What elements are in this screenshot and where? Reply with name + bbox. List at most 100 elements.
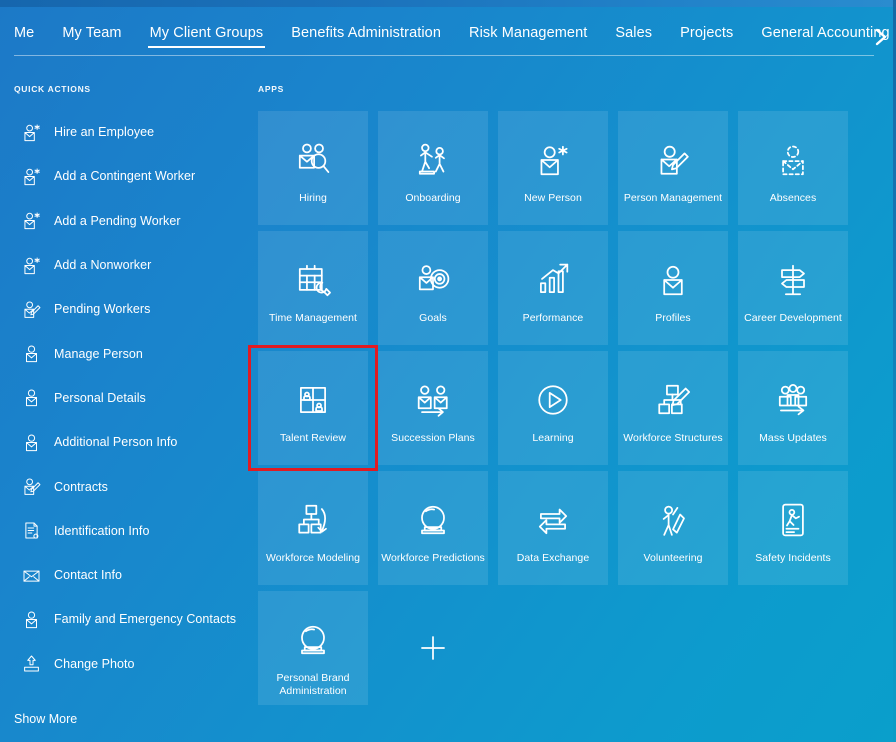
quick-action-contracts[interactable]: Contracts bbox=[0, 464, 250, 508]
person-edit-icon bbox=[18, 296, 44, 322]
quick-action-add-a-contingent-worker[interactable]: Add a Contingent Worker bbox=[0, 154, 250, 198]
app-tile-label: Onboarding bbox=[381, 192, 485, 205]
apps-heading: APPS bbox=[258, 84, 284, 94]
nav-tab-projects[interactable]: Projects bbox=[680, 25, 733, 52]
app-tile-workforce-predictions[interactable]: Workforce Predictions bbox=[378, 471, 488, 585]
person-edit-icon bbox=[18, 474, 44, 500]
quick-action-label: Contracts bbox=[54, 480, 108, 494]
top-accent-strip bbox=[0, 0, 896, 7]
bar-chart-arrow-icon bbox=[530, 257, 576, 303]
app-tile-personal-brand-administration[interactable]: Personal Brand Administration bbox=[258, 591, 368, 705]
app-tile-label: Profiles bbox=[621, 312, 725, 325]
app-tile-label: Safety Incidents bbox=[741, 552, 845, 565]
apps-grid: Hiring Onboarding New Person Person Managem… bbox=[258, 111, 868, 705]
app-tile-goals[interactable]: Goals bbox=[378, 231, 488, 345]
person-add-icon bbox=[530, 137, 576, 183]
nav-tab-general-accounting[interactable]: General Accounting bbox=[761, 25, 889, 52]
quick-action-change-photo[interactable]: Change Photo bbox=[0, 642, 250, 686]
quick-action-hire-an-employee[interactable]: Hire an Employee bbox=[0, 110, 250, 154]
apps-panel: APPS Hiring Onboarding New Person Person Ma… bbox=[250, 64, 896, 742]
envelope-icon bbox=[18, 562, 44, 588]
person-icon bbox=[650, 257, 696, 303]
app-tile-onboarding[interactable]: Onboarding bbox=[378, 111, 488, 225]
quick-action-label: Add a Contingent Worker bbox=[54, 169, 195, 183]
people-arrow-group-icon bbox=[770, 377, 816, 423]
quick-action-label: Family and Emergency Contacts bbox=[54, 612, 236, 626]
person-add-icon bbox=[18, 252, 44, 278]
quick-action-label: Personal Details bbox=[54, 391, 146, 405]
people-arrow-icon bbox=[410, 377, 456, 423]
chevron-right-icon bbox=[872, 26, 890, 48]
app-tile-label: Goals bbox=[381, 312, 485, 325]
add-app-button[interactable] bbox=[378, 591, 488, 705]
quick-actions-heading: QUICK ACTIONS bbox=[14, 84, 91, 94]
app-tile-data-exchange[interactable]: Data Exchange bbox=[498, 471, 608, 585]
app-tile-label: New Person bbox=[501, 192, 605, 205]
nav-tab-risk-management[interactable]: Risk Management bbox=[469, 25, 587, 52]
app-tile-label: Hiring bbox=[261, 192, 365, 205]
crystal-ball-icon bbox=[410, 497, 456, 543]
app-tile-label: Workforce Structures bbox=[621, 432, 725, 445]
nav-tab-list: Me My Team My Client Groups Benefits Admini… bbox=[0, 7, 896, 52]
app-tile-new-person[interactable]: New Person bbox=[498, 111, 608, 225]
calendar-wrench-icon bbox=[290, 257, 336, 303]
app-tile-label: Career Development bbox=[741, 312, 845, 325]
app-tile-profiles[interactable]: Profiles bbox=[618, 231, 728, 345]
app-tile-volunteering[interactable]: Volunteering bbox=[618, 471, 728, 585]
show-more-link[interactable]: Show More bbox=[14, 712, 77, 726]
app-tile-performance[interactable]: Performance bbox=[498, 231, 608, 345]
app-tile-workforce-modeling[interactable]: Workforce Modeling bbox=[258, 471, 368, 585]
nav-tab-sales[interactable]: Sales bbox=[615, 25, 652, 52]
person-icon bbox=[18, 429, 44, 455]
app-tile-learning[interactable]: Learning bbox=[498, 351, 608, 465]
person-icon bbox=[18, 606, 44, 632]
nav-tab-my-team[interactable]: My Team bbox=[62, 25, 121, 52]
app-tile-label: Talent Review bbox=[261, 432, 365, 445]
quick-action-identification-info[interactable]: Identification Info bbox=[0, 509, 250, 553]
nav-tab-me[interactable]: Me bbox=[14, 25, 34, 52]
quick-action-manage-person[interactable]: Manage Person bbox=[0, 331, 250, 375]
quick-action-contact-info[interactable]: Contact Info bbox=[0, 553, 250, 597]
nav-tab-my-client-groups[interactable]: My Client Groups bbox=[150, 25, 264, 52]
app-tile-succession-plans[interactable]: Succession Plans bbox=[378, 351, 488, 465]
org-chart-pencil-icon bbox=[650, 377, 696, 423]
app-tile-career-development[interactable]: Career Development bbox=[738, 231, 848, 345]
quick-action-label: Additional Person Info bbox=[54, 435, 177, 449]
person-add-icon bbox=[18, 119, 44, 145]
app-tile-mass-updates[interactable]: Mass Updates bbox=[738, 351, 848, 465]
quick-action-add-a-nonworker[interactable]: Add a Nonworker bbox=[0, 243, 250, 287]
app-tile-talent-review[interactable]: Talent Review bbox=[258, 351, 368, 465]
app-tile-label: Absences bbox=[741, 192, 845, 205]
upload-icon bbox=[18, 651, 44, 677]
app-tile-label: Data Exchange bbox=[501, 552, 605, 565]
app-tile-time-management[interactable]: Time Management bbox=[258, 231, 368, 345]
main-navigation-bar: Me My Team My Client Groups Benefits Admini… bbox=[0, 7, 896, 52]
app-tile-workforce-structures[interactable]: Workforce Structures bbox=[618, 351, 728, 465]
quick-action-family-and-emergency-contacts[interactable]: Family and Emergency Contacts bbox=[0, 597, 250, 641]
quick-action-pending-workers[interactable]: Pending Workers bbox=[0, 287, 250, 331]
org-chart-arrow-icon bbox=[290, 497, 336, 543]
app-tile-label: Person Management bbox=[621, 192, 725, 205]
quick-action-add-a-pending-worker[interactable]: Add a Pending Worker bbox=[0, 199, 250, 243]
app-tile-person-management[interactable]: Person Management bbox=[618, 111, 728, 225]
onboarding-handshake-icon bbox=[410, 137, 456, 183]
hiring-search-people-icon bbox=[290, 137, 336, 183]
app-tile-hiring[interactable]: Hiring bbox=[258, 111, 368, 225]
person-icon bbox=[18, 385, 44, 411]
quick-action-label: Identification Info bbox=[54, 524, 149, 538]
app-tile-absences[interactable]: Absences bbox=[738, 111, 848, 225]
quick-action-personal-details[interactable]: Personal Details bbox=[0, 376, 250, 420]
app-tile-safety-incidents[interactable]: Safety Incidents bbox=[738, 471, 848, 585]
person-edit-icon bbox=[650, 137, 696, 183]
quick-action-additional-person-info[interactable]: Additional Person Info bbox=[0, 420, 250, 464]
quick-actions-list: Hire an Employee Add a Contingent Worker A… bbox=[0, 110, 250, 686]
nav-next-arrow-button[interactable] bbox=[872, 26, 890, 48]
nav-underline bbox=[14, 55, 874, 56]
person-raised-hand-icon bbox=[650, 497, 696, 543]
nav-tab-benefits-administration[interactable]: Benefits Administration bbox=[291, 25, 441, 52]
app-tile-label: Learning bbox=[501, 432, 605, 445]
person-icon bbox=[18, 341, 44, 367]
signpost-icon bbox=[770, 257, 816, 303]
app-tile-label: Workforce Predictions bbox=[381, 552, 485, 565]
document-icon bbox=[18, 518, 44, 544]
